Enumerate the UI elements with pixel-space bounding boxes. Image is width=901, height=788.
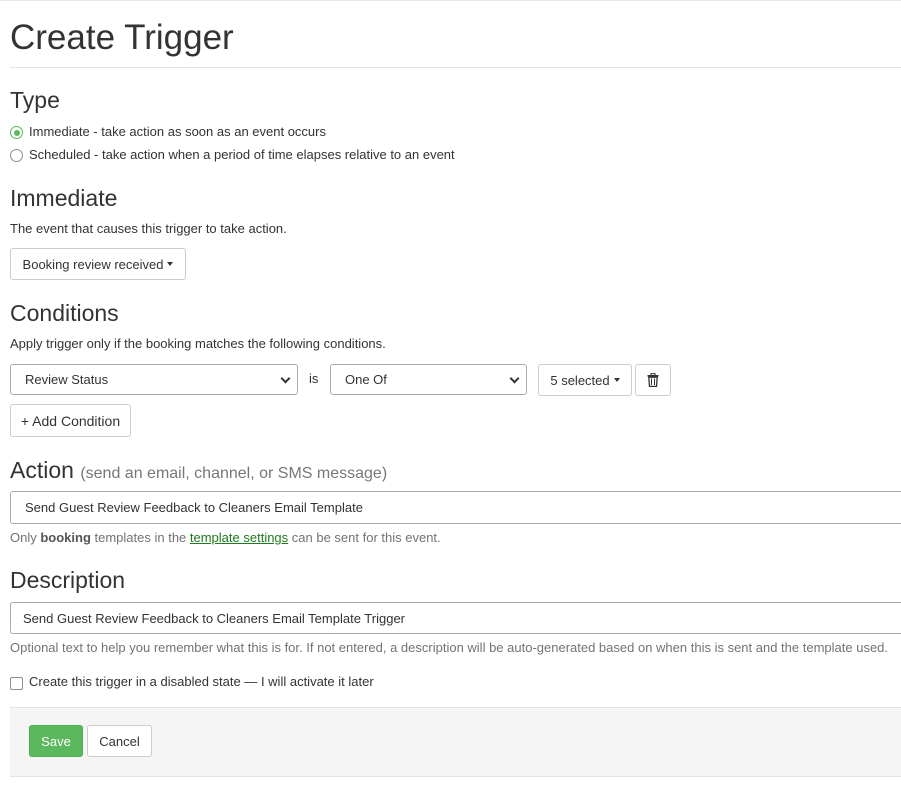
description-help: Optional text to help you remember what … bbox=[10, 640, 889, 655]
caret-down-icon bbox=[613, 378, 620, 382]
immediate-help: The event that causes this trigger to ta… bbox=[10, 221, 287, 236]
immediate-heading: Immediate bbox=[10, 185, 118, 211]
condition-operator-select[interactable]: One Of bbox=[330, 364, 527, 395]
action-help-suffix: can be sent for this event. bbox=[288, 530, 441, 545]
disabled-state-label[interactable]: Create this trigger in a disabled state … bbox=[29, 674, 374, 690]
action-help-middle: templates in the bbox=[90, 530, 190, 545]
radio-scheduled-label[interactable]: Scheduled - take action when a period of… bbox=[29, 147, 455, 163]
description-heading: Description bbox=[10, 567, 126, 593]
description-value: Send Guest Review Feedback to Cleaners E… bbox=[23, 610, 406, 626]
condition-operator-value: One Of bbox=[345, 372, 387, 387]
template-settings-link[interactable]: template settings bbox=[190, 530, 288, 545]
chevron-down-icon bbox=[280, 373, 291, 384]
action-help: Only booking templates in the template s… bbox=[10, 530, 441, 546]
page-title: Create Trigger bbox=[10, 18, 234, 57]
condition-values-label: 5 selected bbox=[550, 372, 610, 388]
trash-icon bbox=[647, 373, 659, 387]
cancel-button[interactable]: Cancel bbox=[87, 725, 152, 757]
save-button[interactable]: Save bbox=[29, 725, 83, 757]
delete-condition-button[interactable] bbox=[635, 364, 671, 396]
condition-values-dropdown[interactable]: 5 selected bbox=[538, 364, 632, 396]
add-condition-button[interactable]: + Add Condition bbox=[10, 404, 131, 437]
radio-immediate-label[interactable]: Immediate - take action as soon as an ev… bbox=[29, 124, 326, 140]
event-dropdown-button[interactable]: Booking review received bbox=[10, 248, 186, 280]
action-template-value: Send Guest Review Feedback to Cleaners E… bbox=[25, 500, 363, 515]
event-dropdown-label: Booking review received bbox=[22, 256, 164, 272]
action-subheading: (send an email, channel, or SMS message) bbox=[80, 465, 388, 482]
radio-immediate[interactable] bbox=[10, 126, 23, 139]
top-border bbox=[0, 0, 901, 1]
action-template-select[interactable]: Send Guest Review Feedback to Cleaners E… bbox=[10, 491, 901, 524]
condition-operator-label: is bbox=[309, 371, 319, 386]
condition-field-value: Review Status bbox=[25, 372, 109, 387]
condition-field-select[interactable]: Review Status bbox=[10, 364, 298, 395]
conditions-help: Apply trigger only if the booking matche… bbox=[10, 336, 386, 351]
description-input[interactable]: Send Guest Review Feedback to Cleaners E… bbox=[10, 602, 901, 634]
action-help-prefix: Only bbox=[10, 530, 41, 545]
title-divider bbox=[10, 67, 901, 68]
action-help-bold: booking bbox=[40, 530, 91, 545]
action-heading-label: Action bbox=[10, 457, 74, 483]
caret-down-icon bbox=[167, 262, 174, 266]
radio-scheduled[interactable] bbox=[10, 149, 23, 162]
conditions-heading: Conditions bbox=[10, 300, 119, 326]
chevron-down-icon bbox=[509, 373, 520, 384]
disabled-state-checkbox[interactable] bbox=[10, 677, 23, 690]
action-heading: Action (send an email, channel, or SMS m… bbox=[10, 457, 387, 487]
type-heading: Type bbox=[10, 87, 60, 113]
